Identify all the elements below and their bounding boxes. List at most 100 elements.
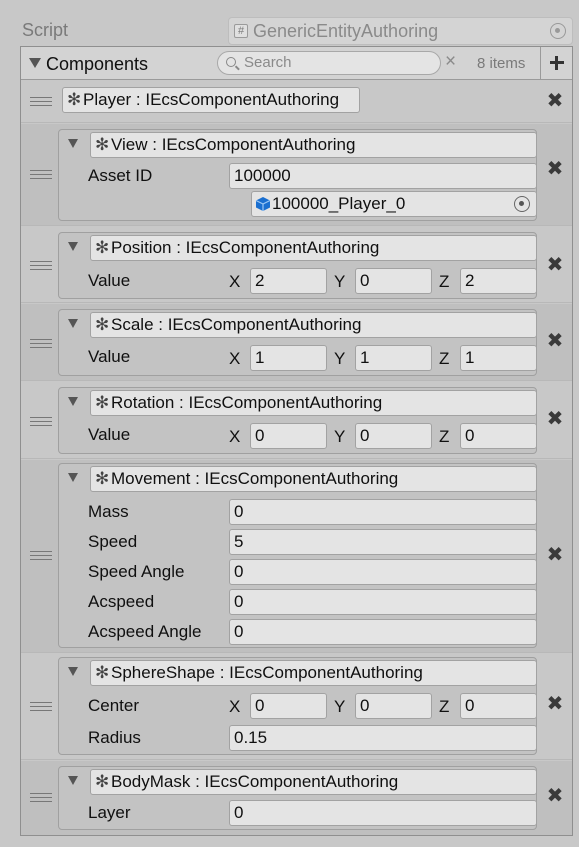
drag-handle-icon[interactable] xyxy=(30,97,52,106)
add-component-button[interactable] xyxy=(540,47,572,79)
list-item-rotation: ✻ Rotation : IEcsComponentAuthoring Valu… xyxy=(21,382,572,459)
clear-search-icon[interactable]: × xyxy=(445,51,456,73)
acspeed-angle-label: Acspeed Angle xyxy=(88,622,202,641)
drag-handle-icon[interactable] xyxy=(30,261,52,270)
search-input[interactable]: Search xyxy=(217,51,441,75)
remove-button[interactable]: ✖ xyxy=(546,159,564,179)
foldout-arrow-icon[interactable] xyxy=(68,319,78,328)
object-picker-icon[interactable] xyxy=(514,196,530,212)
y-axis-label: Y xyxy=(334,427,346,446)
asset-reference-field[interactable]: 100000_Player_0 xyxy=(251,191,537,217)
speed-label: Speed xyxy=(88,532,138,551)
x-axis-label: X xyxy=(229,697,241,716)
mass-field[interactable]: 0 xyxy=(229,499,537,525)
remove-button[interactable]: ✖ xyxy=(546,409,564,429)
value-label: Value xyxy=(88,347,131,366)
foldout-arrow-icon[interactable] xyxy=(68,667,78,676)
component-type-label: Rotation : IEcsComponentAuthoring xyxy=(111,393,383,412)
rotation-x-field[interactable]: 0 xyxy=(250,423,327,449)
drag-handle-icon[interactable] xyxy=(30,702,52,711)
z-axis-label: Z xyxy=(439,427,450,446)
component-box: ✻ Position : IEcsComponentAuthoring Valu… xyxy=(58,232,537,299)
component-box: ✻ Rotation : IEcsComponentAuthoring Valu… xyxy=(58,387,537,454)
foldout-arrow-icon[interactable] xyxy=(29,58,41,68)
script-field[interactable]: # GenericEntityAuthoring xyxy=(228,17,573,45)
csharp-script-icon: # xyxy=(234,24,248,38)
z-axis-label: Z xyxy=(439,349,450,368)
object-picker-icon[interactable] xyxy=(550,23,566,39)
acspeed-label: Acspeed xyxy=(88,592,155,611)
center-label: Center xyxy=(88,696,140,715)
component-type-field[interactable]: ✻ BodyMask : IEcsComponentAuthoring xyxy=(90,769,537,795)
center-z-field[interactable]: 0 xyxy=(460,693,537,719)
drag-handle-icon[interactable] xyxy=(30,417,52,426)
acspeed-field[interactable]: 0 xyxy=(229,589,537,615)
component-type-field[interactable]: ✻ Player : IEcsComponentAuthoring xyxy=(62,87,360,113)
component-box: ✻ SphereShape : IEcsComponentAuthoring C… xyxy=(58,657,537,755)
radius-label: Radius xyxy=(88,728,141,747)
center-y-field[interactable]: 0 xyxy=(355,693,432,719)
script-name: GenericEntityAuthoring xyxy=(253,21,439,41)
remove-button[interactable]: ✖ xyxy=(546,786,564,806)
foldout-arrow-icon[interactable] xyxy=(68,397,78,406)
component-type-label: Position : IEcsComponentAuthoring xyxy=(111,238,380,257)
position-z-field[interactable]: 2 xyxy=(460,268,537,294)
component-box: ✻ View : IEcsComponentAuthoring Asset ID… xyxy=(58,129,537,221)
scale-y-field[interactable]: 1 xyxy=(355,345,432,371)
list-item-scale: ✻ Scale : IEcsComponentAuthoring Value X… xyxy=(21,304,572,381)
components-list: Components Search × 8 items ✻ Player : I… xyxy=(20,46,573,836)
radius-field[interactable]: 0.15 xyxy=(229,725,537,751)
position-y-field[interactable]: 0 xyxy=(355,268,432,294)
asset-id-field[interactable]: 100000 xyxy=(229,163,537,189)
list-title[interactable]: Components xyxy=(46,54,148,75)
foldout-arrow-icon[interactable] xyxy=(68,776,78,785)
remove-button[interactable]: ✖ xyxy=(546,545,564,565)
component-type-label: BodyMask : IEcsComponentAuthoring xyxy=(111,772,399,791)
cube-asset-icon xyxy=(255,197,271,211)
position-x-field[interactable]: 2 xyxy=(250,268,327,294)
drag-handle-icon[interactable] xyxy=(30,793,52,802)
list-item-position: ✻ Position : IEcsComponentAuthoring Valu… xyxy=(21,227,572,303)
speed-field[interactable]: 5 xyxy=(229,529,537,555)
scale-x-field[interactable]: 1 xyxy=(250,345,327,371)
x-axis-label: X xyxy=(229,427,241,446)
component-type-label: SphereShape : IEcsComponentAuthoring xyxy=(111,663,423,682)
rotation-z-field[interactable]: 0 xyxy=(460,423,537,449)
drag-handle-icon[interactable] xyxy=(30,339,52,348)
component-type-label: View : IEcsComponentAuthoring xyxy=(111,135,356,154)
z-axis-label: Z xyxy=(439,272,450,291)
asterisk-icon: ✻ xyxy=(95,663,110,682)
drag-handle-icon[interactable] xyxy=(30,551,52,560)
asset-reference-name: 100000_Player_0 xyxy=(272,194,406,213)
foldout-arrow-icon[interactable] xyxy=(68,242,78,251)
component-type-field[interactable]: ✻ SphereShape : IEcsComponentAuthoring xyxy=(90,660,537,686)
acspeed-angle-field[interactable]: 0 xyxy=(229,619,537,645)
component-type-field[interactable]: ✻ Rotation : IEcsComponentAuthoring xyxy=(90,390,537,416)
drag-handle-icon[interactable] xyxy=(30,170,52,179)
scale-z-field[interactable]: 1 xyxy=(460,345,537,371)
remove-button[interactable]: ✖ xyxy=(546,255,564,275)
component-type-field[interactable]: ✻ Position : IEcsComponentAuthoring xyxy=(90,235,537,261)
mass-label: Mass xyxy=(88,502,129,521)
foldout-arrow-icon[interactable] xyxy=(68,139,78,148)
center-x-field[interactable]: 0 xyxy=(250,693,327,719)
component-type-field[interactable]: ✻ Movement : IEcsComponentAuthoring xyxy=(90,466,537,492)
foldout-arrow-icon[interactable] xyxy=(68,473,78,482)
layer-label: Layer xyxy=(88,803,131,822)
component-box: ✻ Movement : IEcsComponentAuthoring Mass… xyxy=(58,463,537,648)
value-label: Value xyxy=(88,271,131,290)
layer-field[interactable]: 0 xyxy=(229,800,537,826)
component-type-field[interactable]: ✻ Scale : IEcsComponentAuthoring xyxy=(90,312,537,338)
component-type-field[interactable]: ✻ View : IEcsComponentAuthoring xyxy=(90,132,537,158)
rotation-y-field[interactable]: 0 xyxy=(355,423,432,449)
search-placeholder: Search xyxy=(244,54,292,71)
speed-angle-field[interactable]: 0 xyxy=(229,559,537,585)
y-axis-label: Y xyxy=(334,697,346,716)
item-count: 8 items xyxy=(477,55,526,72)
remove-button[interactable]: ✖ xyxy=(546,91,564,111)
z-axis-label: Z xyxy=(439,697,450,716)
remove-button[interactable]: ✖ xyxy=(546,694,564,714)
remove-button[interactable]: ✖ xyxy=(546,331,564,351)
y-axis-label: Y xyxy=(334,349,346,368)
y-axis-label: Y xyxy=(334,272,346,291)
